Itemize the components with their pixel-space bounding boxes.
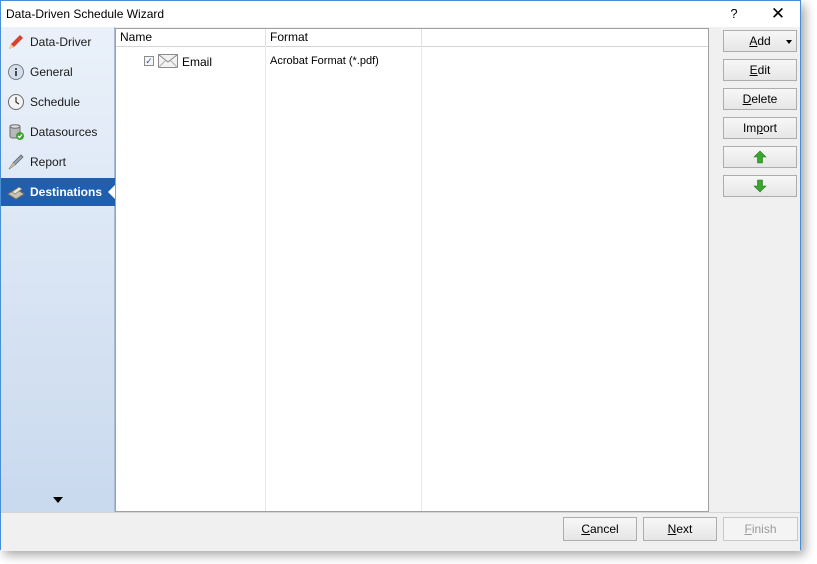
sidebar-item-label: Report: [30, 155, 67, 169]
sidebar-item-label: General: [30, 65, 73, 79]
title-bar: Data-Driven Schedule Wizard ? ✕: [1, 1, 800, 27]
next-button[interactable]: Next: [643, 517, 717, 541]
green-up-arrow-icon: [753, 150, 767, 164]
row-checkbox[interactable]: ✓: [144, 56, 154, 66]
column-divider: [421, 46, 422, 511]
info-icon: [7, 63, 25, 81]
cancel-button[interactable]: Cancel: [563, 517, 637, 541]
help-button[interactable]: ?: [717, 1, 751, 27]
wizard-footer: Cancel Next Finish: [1, 512, 800, 551]
row-format: Acrobat Format (*.pdf): [270, 55, 379, 67]
sidebar-item-schedule[interactable]: Schedule: [1, 88, 115, 116]
edit-button[interactable]: Edit: [723, 59, 797, 81]
sidebar-item-general[interactable]: General: [1, 58, 115, 86]
pencil-icon: [7, 33, 25, 51]
report-icon: [7, 153, 25, 171]
add-button[interactable]: Add: [723, 30, 797, 52]
sidebar-item-data-driver[interactable]: Data-Driver: [1, 28, 115, 56]
column-header-format[interactable]: Format: [266, 29, 422, 46]
table-row[interactable]: ✓ Email Acrobat Format (*.pdf): [116, 51, 706, 73]
move-up-button[interactable]: [723, 146, 797, 168]
finish-button[interactable]: Finish: [723, 517, 798, 541]
sidebar: Data-Driver General Schedule Datasources…: [1, 27, 115, 512]
green-down-arrow-icon: [753, 179, 767, 193]
sidebar-item-destinations[interactable]: Destinations: [1, 178, 115, 206]
import-button[interactable]: Import: [723, 117, 797, 139]
window-title: Data-Driven Schedule Wizard: [6, 7, 165, 21]
wizard-window: Data-Driven Schedule Wizard ? ✕ Data-Dri…: [0, 0, 801, 551]
move-down-button[interactable]: [723, 175, 797, 197]
active-indicator: [108, 185, 115, 199]
destinations-list[interactable]: Name Format ✓ Email Acrobat Format (*.pd…: [115, 28, 709, 512]
sidebar-item-label: Schedule: [30, 95, 81, 109]
sidebar-item-report[interactable]: Report: [1, 148, 115, 176]
close-button[interactable]: ✕: [756, 1, 800, 27]
delete-button[interactable]: Delete: [723, 88, 797, 110]
sidebar-item-datasources[interactable]: Datasources: [1, 118, 115, 146]
list-header: Name Format: [116, 29, 708, 47]
dropdown-arrow-icon[interactable]: [786, 40, 792, 44]
scroll-down-arrow-icon[interactable]: [53, 497, 63, 503]
sidebar-item-label: Datasources: [30, 125, 98, 139]
row-name: Email: [182, 55, 213, 69]
destination-icon: [7, 183, 25, 201]
column-header-name[interactable]: Name: [116, 29, 266, 46]
email-envelope-icon: [158, 53, 178, 69]
sidebar-item-label: Destinations: [30, 185, 103, 199]
sidebar-item-label: Data-Driver: [30, 35, 92, 49]
column-divider: [265, 46, 266, 511]
clock-icon: [7, 93, 25, 111]
database-icon: [7, 123, 25, 141]
